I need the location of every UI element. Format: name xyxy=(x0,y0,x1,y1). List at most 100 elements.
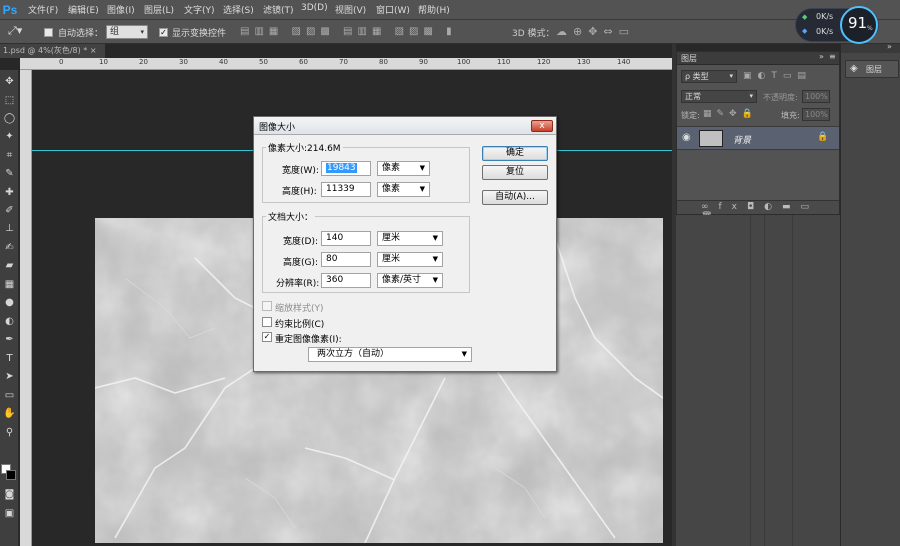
collapsed-panel-dock: » ◈ 图层 xyxy=(840,42,900,546)
panel-menu-icon[interactable]: ≡ xyxy=(829,52,836,61)
path-selection-tool-icon[interactable]: ➤ xyxy=(3,370,16,383)
menu-edit[interactable]: 编辑(E) xyxy=(68,3,99,16)
layer-filter-dropdown[interactable]: ρ 类型 ▾ xyxy=(681,70,737,83)
tools-panel: ✥ ⬚ ◯ ✦ ⌗ ✎ ✚ ✐ ⊥ ✍ ▰ ▦ ● ◐ ✒ T ➤ ▭ ✋ ⚲ … xyxy=(0,70,19,546)
show-transform-checkbox[interactable]: ✓ xyxy=(159,28,168,37)
background-color-swatch[interactable] xyxy=(6,470,16,480)
ruler-label: 140 xyxy=(617,58,631,66)
opacity-label: 不透明度: xyxy=(763,93,798,102)
blend-mode-dropdown[interactable]: 正常 ▾ xyxy=(681,90,757,103)
auto-select-checkbox[interactable] xyxy=(44,28,53,37)
ok-button[interactable]: 确定 xyxy=(482,146,548,161)
ruler-label: 20 xyxy=(139,58,148,66)
doc-height-input[interactable]: 80 xyxy=(321,252,371,267)
document-size-title: 文档大小： xyxy=(266,210,316,223)
marquee-tool-icon[interactable]: ⬚ xyxy=(3,94,16,107)
magic-wand-tool-icon[interactable]: ✦ xyxy=(3,130,16,143)
reset-button[interactable]: 复位 xyxy=(482,165,548,180)
document-tab-close[interactable]: × xyxy=(90,46,97,55)
screen-mode-icon[interactable]: ▣ xyxy=(3,507,16,520)
height-unit-select[interactable]: 像素 ▼ xyxy=(377,182,430,197)
pen-tool-icon[interactable]: ✒ xyxy=(3,333,16,346)
menu-type[interactable]: 文字(Y) xyxy=(184,3,215,16)
doc-height-label: 高度(G): xyxy=(283,258,319,268)
menu-window[interactable]: 窗口(W) xyxy=(376,3,410,16)
scale-styles-checkbox[interactable] xyxy=(262,301,272,311)
visibility-eye-icon[interactable]: ◉ xyxy=(682,132,691,143)
layer-name[interactable]: 背景 xyxy=(733,133,751,146)
quick-mask-icon[interactable]: ◙ xyxy=(3,488,16,501)
ruler-label: 130 xyxy=(577,58,591,66)
menu-file[interactable]: 文件(F) xyxy=(28,3,58,16)
panel-collapse-icon[interactable]: » xyxy=(819,52,824,61)
eyedropper-tool-icon[interactable]: ✎ xyxy=(3,167,16,180)
menu-filter[interactable]: 滤镜(T) xyxy=(263,3,294,16)
dialog-close-button[interactable]: x xyxy=(531,120,553,132)
layer-row-background[interactable]: ◉ 背景 🔒 xyxy=(677,126,839,150)
lock-icons[interactable]: ▦✎✥🔒 xyxy=(703,109,758,119)
hand-tool-icon[interactable]: ✋ xyxy=(3,407,16,420)
gradient-tool-icon[interactable]: ▦ xyxy=(3,278,16,291)
doc-height-unit-value: 厘米 xyxy=(382,254,401,264)
scale-styles-label: 缩放样式(Y) xyxy=(275,304,324,314)
document-tab[interactable]: 1.psd @ 4%(灰色/8) * × xyxy=(0,44,105,58)
resample-checkbox[interactable]: ✓ xyxy=(262,332,272,342)
ruler-label: 100 xyxy=(457,58,471,66)
menu-select[interactable]: 选择(S) xyxy=(223,3,254,16)
menu-bar: Ps 文件(F) 编辑(E) 图像(I) 图层(L) 文字(Y) 选择(S) 滤… xyxy=(0,0,900,20)
ruler-label: 120 xyxy=(537,58,551,66)
history-brush-tool-icon[interactable]: ✍ xyxy=(3,241,16,254)
ruler-label: 110 xyxy=(497,58,511,66)
resolution-unit-select[interactable]: 像素/英寸 ▼ xyxy=(377,273,443,288)
move-tool-icon[interactable]: ✥ xyxy=(3,75,16,88)
type-tool-icon[interactable]: T xyxy=(3,352,16,365)
fill-input[interactable]: 100% xyxy=(802,108,830,121)
layers-panel-header: 图层 » ≡ xyxy=(677,52,839,65)
lasso-tool-icon[interactable]: ◯ xyxy=(3,112,16,125)
constrain-proportions-checkbox[interactable] xyxy=(262,317,272,327)
menu-3d[interactable]: 3D(D) xyxy=(301,3,328,13)
rectangle-tool-icon[interactable]: ▭ xyxy=(3,389,16,402)
doc-width-label: 宽度(D): xyxy=(283,237,318,247)
menu-help[interactable]: 帮助(H) xyxy=(418,3,450,16)
empty-panel-area xyxy=(676,215,840,546)
height-input[interactable]: 11339 xyxy=(321,182,371,197)
ruler-label: 70 xyxy=(339,58,348,66)
menu-view[interactable]: 视图(V) xyxy=(335,3,366,16)
doc-width-unit-select[interactable]: 厘米 ▼ xyxy=(377,231,443,246)
width-input[interactable]: 19843 xyxy=(321,161,371,176)
show-transform-label: 显示变换控件 xyxy=(172,29,227,39)
height-unit-value: 像素 xyxy=(382,184,401,194)
auto-button[interactable]: 自动(A)... xyxy=(482,190,548,205)
clone-stamp-tool-icon[interactable]: ⊥ xyxy=(3,222,16,235)
vertical-ruler xyxy=(20,70,32,546)
brush-tool-icon[interactable]: ✐ xyxy=(3,204,16,217)
width-unit-select[interactable]: 像素 ▼ xyxy=(377,161,430,176)
percent-unit: % xyxy=(867,25,873,32)
layers-dock-button[interactable]: ◈ 图层 xyxy=(845,60,899,78)
network-monitor-widget: ◆ 0K/s ◆ 0K/s 91 % xyxy=(795,6,879,44)
auto-select-dropdown[interactable]: 组 ▾ xyxy=(106,25,148,39)
layer-filter-icons[interactable]: ▣◐T▭▤ xyxy=(743,71,812,81)
healing-brush-tool-icon[interactable]: ✚ xyxy=(3,186,16,199)
doc-height-unit-select[interactable]: 厘米 ▼ xyxy=(377,252,443,267)
menu-image[interactable]: 图像(I) xyxy=(107,3,135,16)
dodge-tool-icon[interactable]: ◐ xyxy=(3,315,16,328)
dialog-title: 图像大小 xyxy=(259,123,296,133)
layers-tab[interactable]: 图层 xyxy=(681,53,697,64)
resolution-input[interactable]: 360 xyxy=(321,273,371,288)
crop-tool-icon[interactable]: ⌗ xyxy=(3,149,16,162)
dialog-titlebar[interactable]: 图像大小 x xyxy=(254,117,556,135)
opacity-input[interactable]: 100% xyxy=(802,90,830,103)
blur-tool-icon[interactable]: ● xyxy=(3,296,16,309)
menu-layer[interactable]: 图层(L) xyxy=(144,3,174,16)
download-speed: 0K/s xyxy=(816,27,834,36)
doc-width-input[interactable]: 140 xyxy=(321,231,371,246)
align-icons[interactable]: ▤▥▦ ▧▨▩ ▤▥▦ ▧▨▩ ▮ xyxy=(240,26,457,37)
percent-value: 91 xyxy=(848,14,868,32)
eraser-tool-icon[interactable]: ▰ xyxy=(3,259,16,272)
move-tool-icon[interactable]: ⤢▾ xyxy=(8,24,22,38)
zoom-tool-icon[interactable]: ⚲ xyxy=(3,426,16,439)
3d-mode-icons[interactable]: ☁⊕✥⇔▭ xyxy=(556,25,635,38)
resample-method-select[interactable]: 两次立方（自动） ▼ xyxy=(308,347,472,362)
